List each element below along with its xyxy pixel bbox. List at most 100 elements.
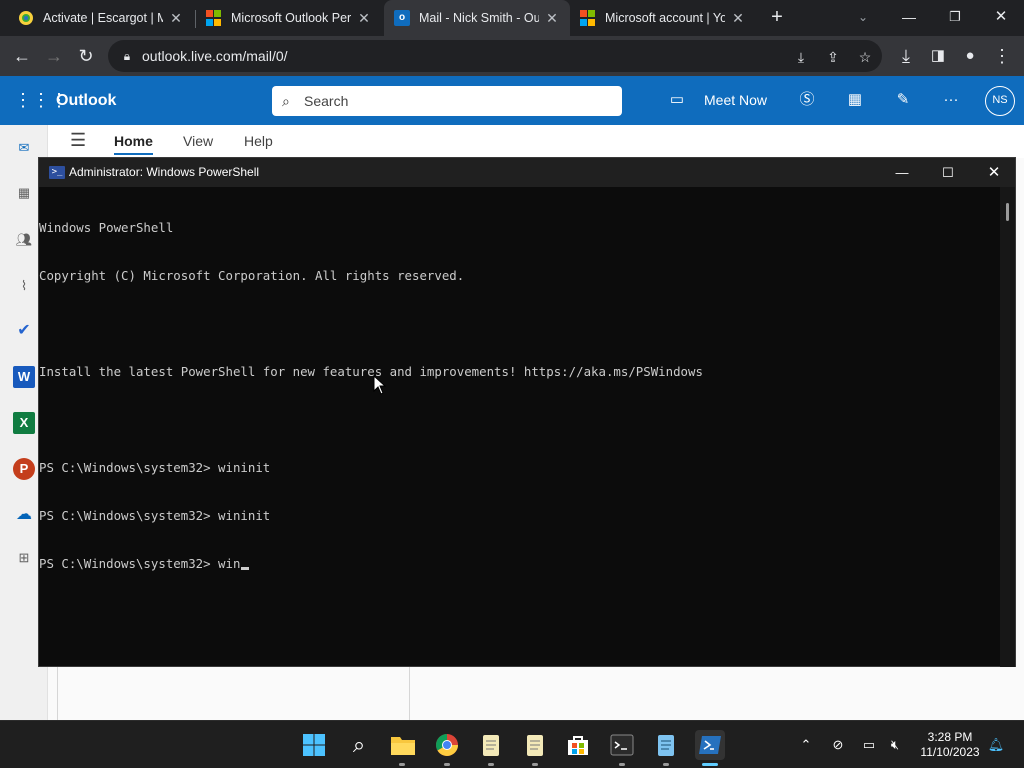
powershell-icon[interactable] (695, 730, 725, 760)
tab-microsoft-account[interactable]: Microsoft account | You ✕ (570, 0, 756, 36)
display-icon[interactable]: ▭ (859, 735, 879, 755)
reload-button[interactable]: ↻ (74, 44, 98, 68)
console-line: PS C:\Windows\system32> wininit (39, 508, 271, 523)
maximize-button[interactable]: ☐ (925, 158, 971, 187)
escargot-icon (19, 11, 33, 25)
hamburger-menu-icon[interactable]: ☰ (70, 130, 86, 151)
browser-tab-bar: Activate | Escargot | MS ✕ Microsoft Out… (0, 0, 1024, 36)
tab-mail[interactable]: o Mail - Nick Smith - Out ✕ (384, 0, 570, 36)
tab-view[interactable]: View (183, 133, 213, 149)
clock-time: 3:28 PM (927, 730, 973, 744)
console-output[interactable]: Windows PowerShell Copyright (C) Microso… (39, 187, 999, 667)
onedrive-icon[interactable]: ☁ (13, 504, 35, 526)
close-icon[interactable]: ✕ (168, 10, 184, 26)
people-icon[interactable]: 👥︎ (13, 229, 35, 251)
tab-help[interactable]: Help (244, 133, 273, 149)
close-button[interactable]: ✕ (971, 158, 1017, 187)
network-disconnected-icon[interactable]: ⊘ (828, 735, 848, 755)
console-line: PS C:\Windows\system32> wininit (39, 460, 271, 475)
powershell-icon: >_ (49, 166, 65, 179)
excel-icon[interactable]: X (13, 412, 35, 434)
bookmark-star-icon[interactable]: ☆ (856, 48, 874, 66)
start-icon[interactable] (299, 730, 329, 760)
address-bar-row: ← → ↻ 🔒︎ outlook.live.com/mail/0/ ⤓ ⇪ ☆ … (0, 36, 1024, 76)
url-field[interactable]: 🔒︎ outlook.live.com/mail/0/ ⤓ ⇪ ☆ (108, 40, 882, 72)
notepad-icon[interactable] (520, 730, 550, 760)
restore-button[interactable]: ❐ (943, 5, 967, 29)
powerpoint-icon[interactable]: P (13, 458, 35, 480)
window-title: Administrator: Windows PowerShell (69, 165, 260, 179)
menu-kebab-icon[interactable]: ⋮ (990, 44, 1014, 68)
microsoft-store-icon[interactable] (563, 730, 593, 760)
tab-title: Activate | Escargot | MS (43, 11, 163, 25)
notepad-icon[interactable] (476, 730, 506, 760)
scrollbar-thumb[interactable] (1006, 203, 1009, 221)
attachment-icon[interactable]: ⌇ (13, 275, 35, 297)
command-input-line[interactable]: PS C:\Windows\system32> win (39, 556, 999, 572)
todo-icon[interactable]: ✔ (13, 320, 35, 342)
close-window-button[interactable]: ✕ (989, 5, 1013, 29)
tab-home[interactable]: Home (114, 133, 153, 155)
download-icon[interactable]: ⤓ (894, 44, 918, 68)
forward-button[interactable]: → (42, 44, 66, 68)
tab-outlook-personal[interactable]: Microsoft Outlook Pers ✕ (196, 0, 382, 36)
more-options-icon[interactable]: ··· (941, 90, 961, 110)
outlook-icon: o (394, 10, 410, 26)
volume-muted-icon[interactable]: 🔇︎ (885, 735, 905, 755)
notification-bell-icon[interactable]: 🔔︎ (986, 735, 1006, 755)
console-scrollbar[interactable] (1000, 187, 1015, 667)
outlook-header: ⋮⋮⋮ Outlook ⌕ Search ▭ Meet Now Ⓢ ▦ ✎ ··… (0, 76, 1024, 125)
show-hidden-icons-icon[interactable]: ⌃ (796, 735, 816, 755)
calendar-icon[interactable]: ▦ (13, 182, 35, 204)
search-icon: ⌕ (282, 93, 290, 109)
clock-date: 11/10/2023 (920, 745, 980, 759)
microsoft-logo-icon (580, 10, 596, 26)
office-icon[interactable]: ▦ (845, 90, 865, 110)
back-button[interactable]: ← (10, 44, 34, 68)
notes-icon[interactable]: ✎ (893, 90, 913, 110)
clock[interactable]: 3:28 PM 11/10/2023 (915, 730, 985, 760)
meet-now-button[interactable]: Meet Now (704, 92, 767, 108)
powershell-window[interactable]: >_ Administrator: Windows PowerShell — ☐… (38, 157, 1016, 667)
new-tab-button[interactable]: + (765, 5, 789, 29)
console-line: Copyright (C) Microsoft Corporation. All… (39, 268, 465, 283)
tab-title: Microsoft account | You (605, 11, 725, 25)
file-explorer-icon[interactable] (388, 730, 418, 760)
side-panel-icon[interactable]: ◨ (926, 44, 950, 68)
url-text: outlook.live.com/mail/0/ (142, 48, 288, 64)
tab-title: Mail - Nick Smith - Out (419, 11, 539, 25)
avatar[interactable]: NS (985, 86, 1015, 116)
skype-icon[interactable]: Ⓢ (797, 90, 817, 110)
close-icon[interactable]: ✕ (544, 10, 560, 26)
mouse-pointer-icon (373, 375, 387, 395)
video-camera-icon[interactable]: ▭ (667, 90, 687, 110)
app-title[interactable]: Outlook (56, 92, 116, 110)
powershell-title-bar[interactable]: >_ Administrator: Windows PowerShell — ☐… (39, 158, 1015, 187)
word-icon[interactable]: W (13, 366, 35, 388)
share-icon[interactable]: ⇪ (824, 48, 842, 66)
notepad-icon[interactable] (651, 730, 681, 760)
install-app-icon[interactable]: ⤓ (792, 48, 810, 66)
minimize-button[interactable]: — (897, 5, 921, 29)
minimize-button[interactable]: — (879, 158, 925, 187)
tab-search-icon[interactable]: ⌄ (851, 5, 875, 29)
taskbar: ⌕ ⌃ ⊘ ▭ 🔇︎ 3:28 PM 11/10/2023 🔔︎ (0, 720, 1024, 768)
chrome-icon[interactable] (432, 730, 462, 760)
more-apps-icon[interactable]: ⊞ (13, 547, 35, 569)
current-prompt: PS C:\Windows\system32> win (39, 556, 241, 571)
close-icon[interactable]: ✕ (356, 10, 372, 26)
console-line: Install the latest PowerShell for new fe… (39, 364, 703, 379)
tab-escargot[interactable]: Activate | Escargot | MS ✕ (8, 0, 194, 36)
app-launcher-icon[interactable]: ⋮⋮⋮ (14, 90, 68, 110)
lock-icon[interactable]: 🔒︎ (118, 47, 136, 65)
search-icon[interactable]: ⌕ (344, 730, 374, 760)
tab-title: Microsoft Outlook Pers (231, 11, 351, 25)
search-input[interactable]: ⌕ Search (272, 86, 622, 116)
terminal-icon[interactable] (607, 730, 637, 760)
profile-icon[interactable]: ● (958, 44, 982, 68)
mail-icon[interactable]: ✉ (13, 137, 35, 159)
close-icon[interactable]: ✕ (730, 10, 746, 26)
search-placeholder: Search (304, 93, 349, 109)
